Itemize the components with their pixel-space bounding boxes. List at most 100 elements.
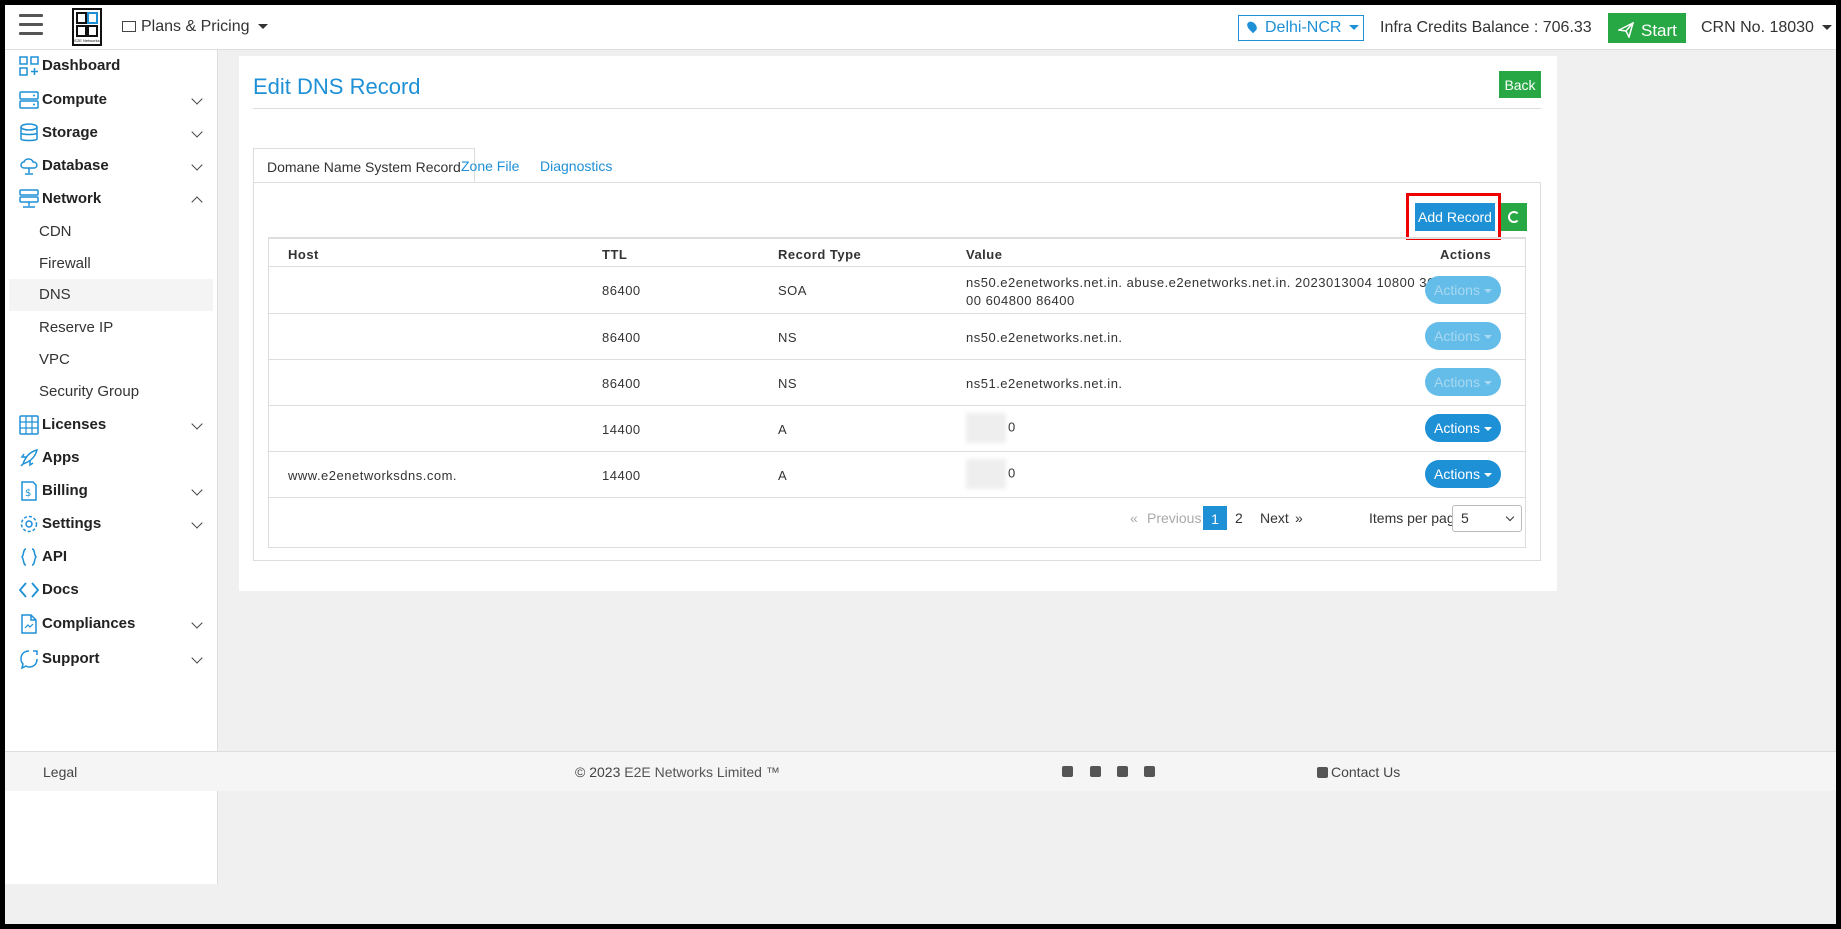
rss-icon[interactable] [1144,766,1155,777]
sidebar-item-dns[interactable]: DNS [9,279,213,311]
twitter-icon[interactable] [1117,766,1128,777]
refresh-button[interactable] [1501,203,1527,231]
items-per-page-value: 5 [1461,510,1469,526]
dns-record-pane: Add Record Host TTL Record Type Value Ac… [253,182,1541,561]
cell-record-type: NS [778,376,798,391]
legal-link[interactable]: Legal [43,764,77,780]
e2e-logo[interactable]: E2E Networks [72,8,102,46]
facebook-icon[interactable] [1090,766,1101,777]
region-label: Delhi-NCR [1265,19,1342,36]
dns-records-table: Host TTL Record Type Value Actions 86400… [268,237,1526,548]
sidebar-item-support[interactable]: Support [5,643,218,675]
braces-icon [20,548,38,566]
sidebar-label-compute: Compute [42,91,107,108]
cell-record-type: A [778,422,788,437]
back-button[interactable]: Back [1499,71,1541,98]
sidebar-item-licenses[interactable]: Licenses [5,409,218,441]
pagination-page-2[interactable]: 2 [1235,506,1243,530]
highlight-box [1406,193,1501,240]
actions-label: Actions [1434,466,1480,482]
start-label: Start [1641,20,1677,40]
network-icon [19,189,39,208]
cell-value-text: 0 [1008,419,1016,435]
phone-icon [1317,767,1328,778]
sidebar-item-cdn[interactable]: CDN [9,216,213,248]
actions-button[interactable]: Actions [1425,460,1501,488]
hamburger-icon[interactable] [19,14,43,38]
crn-number[interactable]: CRN No. 18030 [1701,19,1832,37]
chevron-down-icon [1505,512,1515,522]
sidebar-label-settings: Settings [42,515,102,532]
start-button[interactable]: Start [1608,13,1686,43]
chevron-down-icon [191,418,203,430]
gear-icon [20,515,38,533]
sidebar-item-database[interactable]: Database [5,150,218,182]
plans-pricing-menu[interactable]: Plans & Pricing [122,18,268,36]
cell-ttl: 14400 [602,468,641,483]
copyright-year: © 2023 [575,764,621,780]
contact-us-label: Contact Us [1331,764,1401,780]
actions-label: Actions [1434,420,1480,436]
linkedin-icon[interactable] [1062,766,1073,777]
pagination-next[interactable]: Next [1260,506,1289,530]
tab-zone-file[interactable]: Zone File [461,148,519,183]
document-icon [21,614,37,634]
sidebar-item-security-group[interactable]: Security Group [9,376,213,408]
chevron-down-icon [191,93,203,105]
sidebar-item-vpc[interactable]: VPC [9,344,213,376]
sidebar-label-docs: Docs [42,581,79,598]
items-per-page-label: Items per page [1369,510,1463,526]
table-row: 86400 NS ns50.e2enetworks.net.in. Action… [269,313,1525,359]
table-row: 86400 NS ns51.e2enetworks.net.in. Action… [269,359,1525,405]
sidebar-item-dashboard[interactable]: Dashboard [5,50,218,82]
items-per-page-select[interactable]: 5 [1452,505,1522,532]
copyright-brand: E2E Networks Limited ™ [624,764,780,780]
caret-down-icon [1821,25,1832,30]
actions-label: Actions [1434,282,1480,298]
sidebar-item-api[interactable]: API [5,541,218,573]
cell-value: 0 [966,413,1016,443]
sidebar-item-apps[interactable]: Apps [5,442,218,474]
chevron-down-icon [191,126,203,138]
cell-ttl: 86400 [602,376,641,391]
chevron-down-icon [191,159,203,171]
sidebar-item-billing[interactable]: $ Billing [5,475,218,507]
tab-diagnostics[interactable]: Diagnostics [540,148,612,183]
chevron-down-icon [191,484,203,496]
table-row: 86400 SOA ns50.e2enetworks.net.in. abuse… [269,266,1525,313]
logo-caption: E2E Networks [74,38,100,43]
cell-value: 0 [966,459,1016,489]
caret-down-icon [1483,381,1492,385]
pagination-page-1[interactable]: 1 [1203,506,1227,530]
sidebar-item-compliances[interactable]: Compliances [5,608,218,640]
table-row: www.e2enetworksdns.com. 14400 A 0 Action… [269,451,1525,497]
sidebar-item-firewall[interactable]: Firewall [9,248,213,280]
chevron-down-icon [191,652,203,664]
sidebar-label-compliances: Compliances [42,615,136,632]
sidebar-label-network: Network [42,190,102,207]
caret-down-icon [1483,473,1492,477]
sidebar-item-network[interactable]: Network [5,183,218,215]
sidebar-label-apps: Apps [42,449,80,466]
sidebar-item-storage[interactable]: Storage [5,117,218,149]
sidebar-item-settings[interactable]: Settings [5,508,218,540]
licenses-icon [19,415,39,435]
sidebar-item-docs[interactable]: Docs [5,574,218,606]
column-header-record-type: Record Type [778,247,862,262]
map-pin-icon [1245,19,1259,34]
sidebar-item-compute[interactable]: Compute [5,84,218,116]
actions-button[interactable]: Actions [1425,414,1501,442]
cell-value-text: 0 [1008,465,1016,481]
table-bottom-rule [269,497,1525,498]
pagination-next-arrow[interactable]: » [1295,506,1303,530]
actions-label: Actions [1434,374,1480,390]
footer: Legal © 2023 E2E Networks Limited ™ Cont… [5,751,1836,791]
actions-button-disabled: Actions [1425,322,1501,350]
cell-value: ns51.e2enetworks.net.in. [966,376,1123,391]
sidebar-item-reserve-ip[interactable]: Reserve IP [9,312,213,344]
paper-plane-icon [1618,21,1634,38]
copyright: © 2023 E2E Networks Limited ™ [575,764,780,780]
region-selector[interactable]: Delhi-NCR [1238,15,1364,41]
tab-dns-record[interactable]: Domane Name System Record [253,148,475,183]
contact-us-link[interactable]: Contact Us [1317,764,1400,780]
